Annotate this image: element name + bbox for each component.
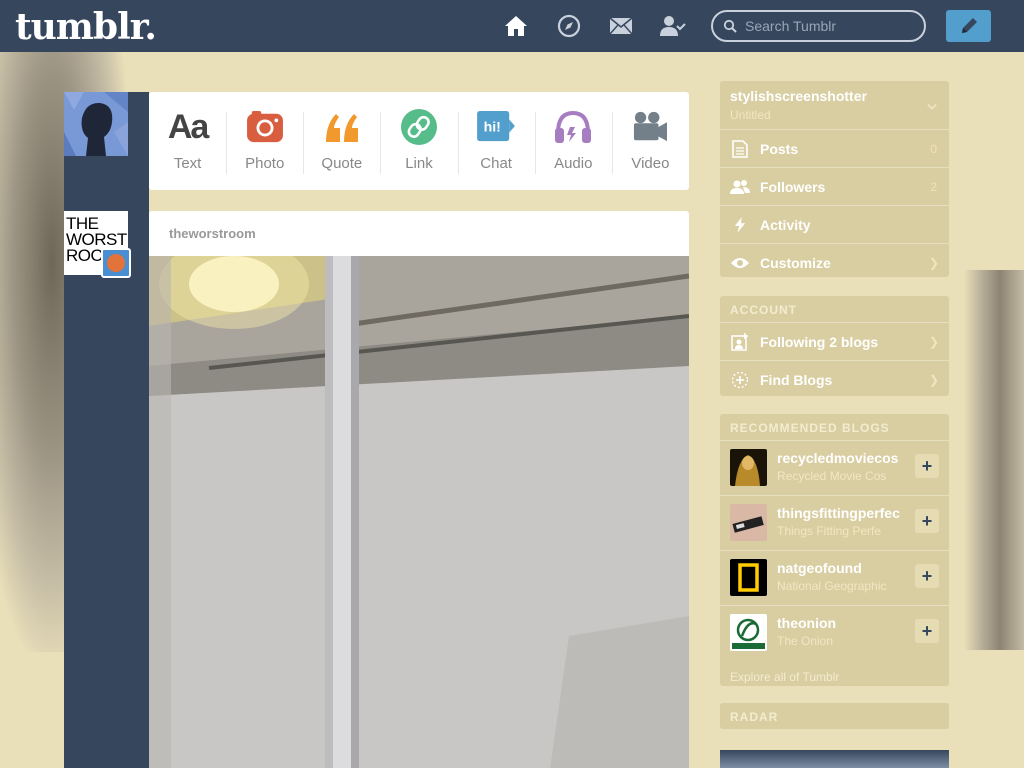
sidebar-item-activity[interactable]: Activity xyxy=(720,206,949,243)
chevron-right-icon: ❯ xyxy=(928,334,939,349)
search-input[interactable] xyxy=(745,16,915,36)
post-author-link[interactable]: theworstroom xyxy=(169,226,256,241)
recommended-blogs: RECOMMENDED BLOGS recycledmoviecos Recyc… xyxy=(720,414,949,686)
followers-icon xyxy=(730,177,750,197)
account-user-icon[interactable] xyxy=(660,13,686,39)
home-icon[interactable] xyxy=(503,13,529,39)
quote-icon xyxy=(322,108,362,146)
mail-icon[interactable] xyxy=(608,13,634,39)
post-type-text[interactable]: Aa Text xyxy=(149,92,226,190)
chevron-right-icon: ❯ xyxy=(928,372,939,387)
text-icon: Aa xyxy=(167,107,209,146)
svg-text:hi!: hi! xyxy=(484,120,501,136)
sidebar-item-posts[interactable]: Posts 0 xyxy=(720,130,949,167)
search-icon xyxy=(723,19,737,33)
post-type-bar: Aa Text Photo Quote Link hi! Chat Audio xyxy=(149,92,689,190)
blog-subtitle: Untitled xyxy=(730,108,771,122)
background-photo-right xyxy=(964,270,1024,650)
blog-selector[interactable]: stylishscreenshotter Untitled xyxy=(720,81,949,129)
pencil-icon xyxy=(961,18,977,33)
explore-tumblr-link[interactable]: Explore all of Tumblr xyxy=(720,660,949,684)
chevron-down-icon xyxy=(927,103,937,110)
follow-button[interactable]: + xyxy=(915,454,939,478)
chevron-right-icon: ❯ xyxy=(928,255,939,270)
recommended-blog-row[interactable]: natgeofound National Geographic + xyxy=(720,551,949,605)
search-bar[interactable] xyxy=(711,10,926,42)
dashboard-column xyxy=(64,92,149,768)
blog-avatar xyxy=(730,559,767,596)
recommended-blog-row[interactable]: theonion The Onion + xyxy=(720,606,949,660)
post-photo[interactable] xyxy=(149,256,689,768)
explore-compass-icon[interactable] xyxy=(556,13,582,39)
tumblr-logo[interactable]: tumblr. xyxy=(15,6,157,48)
recommended-blog-row[interactable]: recycledmoviecos Recycled Movie Cos + xyxy=(720,441,949,495)
sidebar-item-customize[interactable]: Customize ❯ xyxy=(720,244,949,281)
find-blogs-icon xyxy=(730,370,750,390)
post-type-video[interactable]: Video xyxy=(611,92,689,190)
top-nav-bar: tumblr. xyxy=(0,0,1024,52)
account-menu: ACCOUNT Following 2 blogs ❯ Find Blogs ❯ xyxy=(720,296,949,396)
blog-avatar xyxy=(730,614,767,651)
headphones-icon xyxy=(553,108,593,146)
post-type-audio[interactable]: Audio xyxy=(534,92,612,190)
blog-avatar xyxy=(730,504,767,541)
user-avatar[interactable] xyxy=(64,92,128,156)
post-type-link[interactable]: Link xyxy=(380,92,457,190)
eye-icon xyxy=(730,253,750,273)
reblog-badge xyxy=(101,248,131,278)
blog-name: stylishscreenshotter xyxy=(730,88,867,104)
recommended-blog-row[interactable]: thingsfittingperfec Things Fitting Perfe… xyxy=(720,496,949,550)
post-type-quote[interactable]: Quote xyxy=(303,92,380,190)
follow-button[interactable]: + xyxy=(915,509,939,533)
follow-button[interactable]: + xyxy=(915,619,939,643)
sidebar-item-followers[interactable]: Followers 2 xyxy=(720,168,949,205)
sidebar-item-find-blogs[interactable]: Find Blogs ❯ xyxy=(720,361,949,398)
dashboard-post: theworstroom xyxy=(149,211,689,768)
account-heading: ACCOUNT xyxy=(730,303,797,317)
video-camera-icon xyxy=(630,108,670,146)
camera-icon xyxy=(245,108,285,146)
following-icon xyxy=(730,332,750,352)
sidebar-item-following[interactable]: Following 2 blogs ❯ xyxy=(720,323,949,360)
radar-heading: RADAR xyxy=(730,710,779,724)
blog-avatar xyxy=(730,449,767,486)
recommended-heading: RECOMMENDED BLOGS xyxy=(730,421,890,435)
follow-button[interactable]: + xyxy=(915,564,939,588)
lightning-icon xyxy=(730,215,750,235)
link-icon xyxy=(399,108,439,146)
compose-post-button[interactable] xyxy=(946,10,991,42)
radar-post-image[interactable] xyxy=(720,750,949,768)
post-type-chat[interactable]: hi! Chat xyxy=(457,92,535,190)
post-type-photo[interactable]: Photo xyxy=(226,92,303,190)
document-icon xyxy=(730,139,750,159)
blog-menu: stylishscreenshotter Untitled Posts 0 Fo… xyxy=(720,81,949,277)
radar-section: RADAR xyxy=(720,703,949,729)
chat-icon: hi! xyxy=(476,108,516,146)
